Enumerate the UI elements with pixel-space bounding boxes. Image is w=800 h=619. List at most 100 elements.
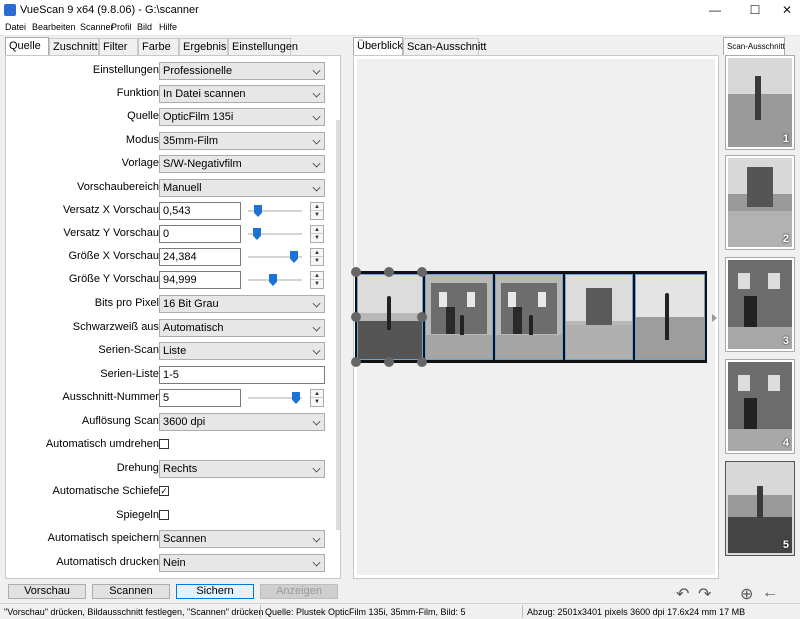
spin-up-icon[interactable]: ▲ (311, 203, 323, 211)
film-frame[interactable] (357, 274, 423, 360)
crop-handle[interactable] (351, 312, 361, 322)
film-frame[interactable] (635, 274, 705, 360)
spin-up-icon[interactable]: ▲ (311, 249, 323, 257)
vorschau-button[interactable]: Vorschau (8, 584, 86, 599)
menu-datei[interactable]: Datei (5, 22, 26, 32)
crop-handle[interactable] (384, 357, 394, 367)
settings-scrollbar[interactable] (336, 120, 340, 530)
crop-handle[interactable] (417, 267, 427, 277)
minimize-button[interactable]: — (698, 0, 732, 20)
tab-filter[interactable]: Filter (99, 38, 138, 55)
funktion-select[interactable]: In Datei scannen (159, 85, 325, 103)
thumbnail[interactable]: 1 (725, 55, 795, 150)
thumbnail-selected[interactable]: 5 (725, 461, 795, 556)
spin-down-icon[interactable]: ▼ (311, 211, 323, 219)
tab-zuschnitt[interactable]: Zuschnitt (49, 38, 99, 55)
thumbnail[interactable]: 4 (725, 359, 795, 454)
versatz-y-slider[interactable] (248, 228, 302, 240)
crop-handle[interactable] (417, 357, 427, 367)
serien-liste-input[interactable]: 1-5 (159, 366, 325, 384)
spin-up-icon[interactable]: ▲ (311, 272, 323, 280)
speichern-select[interactable]: Scannen (159, 530, 325, 548)
rotate-right-icon[interactable]: ↷ (698, 584, 711, 604)
vorschaubereich-select[interactable]: Manuell (159, 179, 325, 197)
spiegeln-checkbox[interactable] (159, 510, 169, 520)
rotate-left-icon[interactable]: ↶ (676, 584, 689, 604)
crop-handle[interactable] (384, 267, 394, 277)
ausschnitt-spinner[interactable]: ▲ ▼ (310, 389, 324, 407)
drucken-select[interactable]: Nein (159, 554, 325, 572)
menu-profil[interactable]: Profil (111, 22, 132, 32)
row-serien-scan: Serien-Scan: Liste (6, 342, 336, 360)
versatz-x-slider[interactable] (248, 205, 302, 217)
aufloesung-select[interactable]: 3600 dpi (159, 413, 325, 431)
tab-einstellungen[interactable]: Einstellungen (228, 38, 298, 55)
menu-hilfe[interactable]: Hilfe (159, 22, 177, 32)
maximize-button[interactable]: ☐ (738, 0, 772, 20)
row-vorlage: Vorlage: S/W-Negativfilm (6, 155, 336, 173)
preview-panel (351, 55, 719, 579)
sichern-button[interactable]: Sichern (176, 584, 254, 599)
back-arrow-icon[interactable]: ← (762, 584, 778, 602)
serien-scan-select[interactable]: Liste (159, 342, 325, 360)
slider-thumb[interactable] (290, 251, 298, 263)
spin-up-icon[interactable]: ▲ (311, 226, 323, 234)
film-frame[interactable] (495, 274, 563, 360)
groesse-x-input[interactable]: 24,384 (159, 248, 241, 266)
versatz-x-input[interactable]: 0,543 (159, 202, 241, 220)
tab-ergebnis[interactable]: Ergebnis (179, 38, 228, 55)
spin-down-icon[interactable]: ▼ (311, 257, 323, 265)
close-button[interactable]: ✕ (770, 0, 800, 20)
bits-select[interactable]: 16 Bit Grau (159, 295, 325, 313)
groesse-x-slider[interactable] (248, 251, 302, 263)
versatz-x-spinner[interactable]: ▲ ▼ (310, 202, 324, 220)
menu-scanner[interactable]: Scanner (80, 22, 114, 32)
tab-ueberblick[interactable]: Überblick (353, 37, 403, 55)
slider-thumb[interactable] (253, 228, 261, 240)
groesse-y-slider[interactable] (248, 274, 302, 286)
crop-handle[interactable] (351, 357, 361, 367)
thumbnail[interactable]: 3 (725, 257, 795, 352)
scroll-right-icon[interactable] (712, 314, 717, 322)
drehung-select[interactable]: Rechts (159, 460, 325, 478)
thumbnail[interactable]: 2 (725, 155, 795, 250)
slider-thumb[interactable] (292, 392, 300, 404)
menu-bearbeiten[interactable]: Bearbeiten (32, 22, 76, 32)
film-frame[interactable] (565, 274, 633, 360)
ausschnitt-slider[interactable] (248, 392, 302, 404)
tab-side-scan-ausschnitt[interactable]: Scan-Ausschnitt (723, 37, 785, 55)
menu-bar: Datei Bearbeiten Scanner Profil Bild Hil… (0, 20, 800, 36)
tab-scan-ausschnitt[interactable]: Scan-Ausschnitt (403, 38, 486, 55)
groesse-y-spinner[interactable]: ▲ ▼ (310, 271, 324, 289)
slider-thumb[interactable] (254, 205, 262, 217)
groesse-x-spinner[interactable]: ▲ ▼ (310, 248, 324, 266)
einstellungen-select[interactable]: Professionelle (159, 62, 325, 80)
spin-down-icon[interactable]: ▼ (311, 398, 323, 406)
film-frame[interactable] (425, 274, 493, 360)
schwarzweiss-select[interactable]: Automatisch (159, 319, 325, 337)
groesse-y-input[interactable]: 94,999 (159, 271, 241, 289)
anzeigen-button[interactable]: Anzeigen (260, 584, 338, 599)
tab-quelle[interactable]: Quelle (5, 37, 49, 55)
quelle-select[interactable]: OpticFilm 135i (159, 108, 325, 126)
spin-down-icon[interactable]: ▼ (311, 280, 323, 288)
umdrehen-checkbox[interactable] (159, 439, 169, 449)
schiefe-checkbox[interactable]: ✓ (159, 486, 169, 496)
crop-handle[interactable] (351, 267, 361, 277)
versatz-y-spinner[interactable]: ▲ ▼ (310, 225, 324, 243)
vorlage-select[interactable]: S/W-Negativfilm (159, 155, 325, 173)
zoom-icon[interactable]: ⊕ (740, 584, 753, 604)
menu-bild[interactable]: Bild (137, 22, 152, 32)
ausschnitt-input[interactable]: 5 (159, 389, 241, 407)
slider-thumb[interactable] (269, 274, 277, 286)
spin-up-icon[interactable]: ▲ (311, 390, 323, 398)
spin-down-icon[interactable]: ▼ (311, 234, 323, 242)
modus-select[interactable]: 35mm-Film (159, 132, 325, 150)
tab-farbe[interactable]: Farbe (138, 38, 179, 55)
row-einstellungen: Einstellungen: Professionelle (6, 62, 336, 80)
scannen-button[interactable]: Scannen (92, 584, 170, 599)
frame-photo-ground (496, 335, 562, 359)
field-label: Größe X Vorschau: (68, 250, 162, 262)
crop-handle[interactable] (417, 312, 427, 322)
versatz-y-input[interactable]: 0 (159, 225, 241, 243)
